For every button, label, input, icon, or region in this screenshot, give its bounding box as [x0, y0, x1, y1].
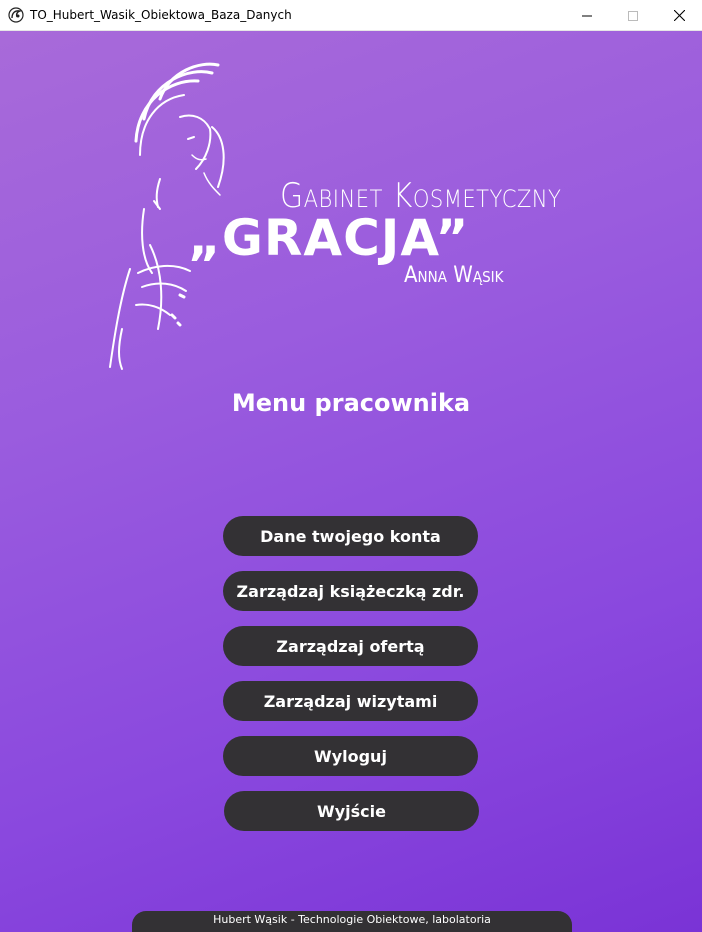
account-details-button[interactable]: Dane twojego konta [223, 516, 478, 556]
salon-logo-icon [8, 7, 24, 23]
footer-bar: Hubert Wąsik - Technologie Obiektowe, la… [132, 911, 572, 932]
window-title: TO_Hubert_Wasik_Obiektowa_Baza_Danych [30, 8, 292, 22]
minimize-icon [582, 15, 592, 16]
minimize-button[interactable] [564, 0, 610, 31]
manage-health-book-button[interactable]: Zarządzaj książeczką zdr. [223, 571, 478, 611]
maximize-icon [628, 10, 638, 21]
close-icon [673, 10, 685, 21]
exit-button[interactable]: Wyjście [224, 791, 479, 831]
logout-button[interactable]: Wyloguj [223, 736, 478, 776]
maximize-button[interactable] [610, 0, 656, 31]
footer-credit: Hubert Wąsik - Technologie Obiektowe, la… [213, 913, 491, 926]
manage-appointments-button[interactable]: Zarządzaj wizytami [223, 681, 478, 721]
brand-owner: Anna Wąsik [404, 263, 504, 288]
main-panel: Gabinet Kosmetyczny „GRACJA” Anna Wąsik … [0, 31, 702, 932]
manage-offer-button[interactable]: Zarządzaj ofertą [223, 626, 478, 666]
close-button[interactable] [656, 0, 702, 31]
brand-logo: Gabinet Kosmetyczny „GRACJA” Anna Wąsik [100, 59, 630, 371]
window-titlebar: TO_Hubert_Wasik_Obiektowa_Baza_Danych [0, 0, 702, 31]
menu-heading: Menu pracownika [231, 389, 471, 417]
brand-title: „GRACJA” [188, 209, 470, 267]
